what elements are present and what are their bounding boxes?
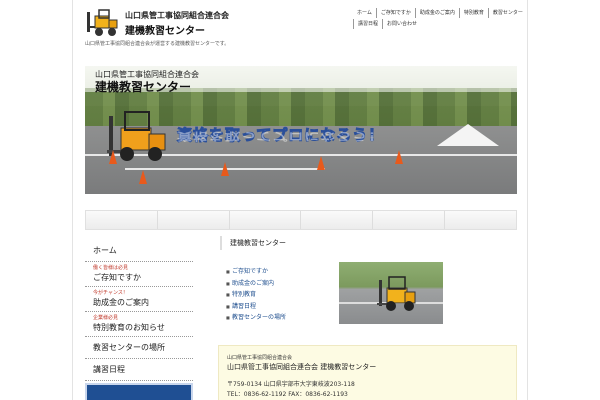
menu-slot[interactable] [158,211,230,229]
forklift-logo-icon [87,9,118,36]
sidenav-item-know[interactable]: 働く皆様は必見 ご存知ですか [85,262,193,287]
sidenav-badge: 企業様必見 [93,315,119,321]
side-navigation: ホーム 働く皆様は必見 ご存知ですか 今がチャンス！ 助成金のご案内 企業様必見… [85,240,193,381]
sidenav-label: 助成金のご案内 [93,298,149,307]
site-tagline: 山口県管工事協同組合連合会が運営する建機教習センターです。 [85,41,230,47]
address-tel: TEL：0836-62-1192 FAX：0836-62-1193 [227,391,348,398]
sidenav-label: 特別教育のお知らせ [93,323,165,332]
topnav-home[interactable]: ホーム [353,8,376,18]
traffic-cone [109,150,117,164]
sidenav-item-schedule[interactable]: 講習日程 [85,359,193,381]
global-menu-bar [85,210,517,230]
sidenav-label: ホーム [93,246,117,255]
menu-slot[interactable] [301,211,374,229]
top-navigation: ホーム ご存知ですか 助成金のご案内 特別教育 教習センター 講習日程 お問い合… [353,8,539,29]
address-label: 山口県管工事協同組合連合会 [227,355,293,361]
menu-slot[interactable] [373,211,446,229]
content-link[interactable]: ご存知ですか [220,266,286,278]
content-link[interactable]: 特別教育 [220,289,286,301]
traffic-cone [317,156,325,170]
sidenav-label: ご存知ですか [93,273,141,282]
address-box: 山口県管工事協同組合連合会 山口県管工事協同組合連合会 建機教習センター 〒75… [218,345,517,400]
content-heading: 建機教習センター [220,236,517,250]
menu-slot[interactable] [445,211,516,229]
side-banner-link[interactable] [85,383,193,400]
content-link[interactable]: 講習日程 [220,301,286,313]
hero-title: 建機教習センター [95,80,192,94]
sidenav-label: 講習日程 [93,365,125,374]
page-frame: 山口県管工事協同組合連合会 建機教習センター ホーム ご存知ですか 助成金のご案… [72,0,528,400]
menu-slot[interactable] [230,211,302,229]
content-link[interactable]: 教習センターの場所 [220,312,286,324]
sidenav-item-center[interactable]: 教習センターの場所 [85,337,193,359]
content-link-list: ご存知ですか 助成金のご案内 特別教育 講習日程 教習センターの場所 [220,266,286,324]
topnav-subsidy[interactable]: 助成金のご案内 [414,8,459,18]
main-content: 建機教習センター ご存知ですか 助成金のご案内 特別教育 講習日程 教習センター… [220,236,517,324]
menu-slot[interactable] [86,211,158,229]
address-postal: 〒759-0134 山口県宇部市大字東岐波203-118 [227,381,355,388]
sidenav-item-home[interactable]: ホーム [85,240,193,262]
sidenav-label: 教習センターの場所 [93,343,165,352]
org-name: 山口県管工事協同組合連合会 [125,11,229,20]
topnav-center[interactable]: 教習センター [487,8,527,18]
traffic-cone [395,150,403,164]
sidenav-badge: 働く皆様は必見 [93,265,129,271]
topnav-special[interactable]: 特別教育 [458,8,488,18]
sidenav-badge: 今がチャンス！ [93,290,128,296]
topnav-contact[interactable]: お問い合わせ [382,19,421,29]
traffic-cone [221,162,229,176]
center-name: 建機教習センター [125,26,205,37]
traffic-cone [139,170,147,184]
hero-banner: 山口県管工事協同組合連合会 建機教習センター 資格を取ってプロになろう！ 資格を… [85,66,517,194]
address-name: 山口県管工事協同組合連合会 建機教習センター [227,363,377,371]
forklift-photo [339,262,443,324]
topnav-know[interactable]: ご存知ですか [375,8,415,18]
hero-slogan-reflection: 資格を取ってプロになろう！ [177,130,385,143]
forklift-photo-icon [377,276,416,311]
topnav-schedule[interactable]: 講習日程 [353,19,382,29]
content-link[interactable]: 助成金のご案内 [220,278,286,290]
sidenav-item-special[interactable]: 企業様必見 特別教育のお知らせ [85,312,193,337]
site-header: 山口県管工事協同組合連合会 建機教習センター ホーム ご存知ですか 助成金のご案… [85,6,525,42]
sidenav-item-subsidy[interactable]: 今がチャンス！ 助成金のご案内 [85,287,193,312]
